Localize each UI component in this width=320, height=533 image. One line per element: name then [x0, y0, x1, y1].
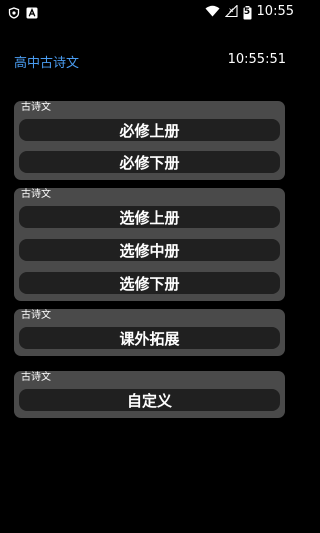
no-signal-icon [224, 2, 238, 21]
group-elective: 古诗文 选修上册 选修中册 选修下册 [14, 188, 285, 301]
page-title: 高中古诗文 [14, 56, 80, 71]
extracurricular-button[interactable]: 课外拓展 [19, 327, 280, 349]
group-extracurricular: 古诗文 课外拓展 [14, 309, 285, 356]
group-custom: 古诗文 自定义 [14, 371, 285, 418]
group-label: 古诗文 [21, 189, 51, 200]
custom-button[interactable]: 自定义 [19, 389, 280, 411]
group-label: 古诗文 [21, 372, 51, 383]
group-compulsory: 古诗文 必修上册 必修下册 [14, 101, 285, 180]
group-label: 古诗文 [21, 102, 51, 113]
clock-text: 10:55:51 [227, 52, 286, 67]
compulsory-vol2-button[interactable]: 必修下册 [19, 151, 280, 173]
battery-icon: 5 [243, 5, 252, 19]
a-notification-icon [26, 4, 38, 19]
elective-vol1-button[interactable]: 选修上册 [19, 206, 280, 228]
wifi-icon [205, 2, 220, 21]
status-time: 10:55 [256, 3, 294, 19]
group-label: 古诗文 [21, 310, 51, 321]
compulsory-vol1-button[interactable]: 必修上册 [19, 119, 280, 141]
shield-icon [8, 4, 20, 19]
elective-vol2-button[interactable]: 选修中册 [19, 239, 280, 261]
battery-level: 5 [243, 6, 251, 17]
elective-vol3-button[interactable]: 选修下册 [19, 272, 280, 294]
status-bar: 5 10:55 [0, 0, 300, 22]
